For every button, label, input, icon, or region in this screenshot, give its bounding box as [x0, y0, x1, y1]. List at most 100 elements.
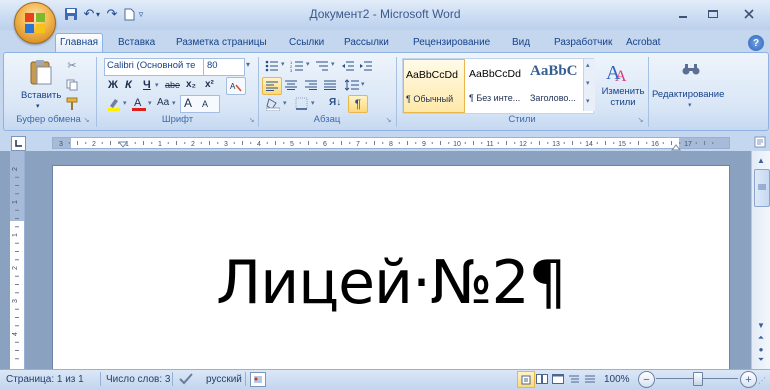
tab-developer[interactable]: Разработчик: [550, 34, 616, 52]
undo-dropdown-icon[interactable]: ▾: [93, 6, 103, 22]
editing-button[interactable]: Редактирование: [652, 89, 724, 100]
office-button[interactable]: [14, 2, 56, 44]
numbering-dropdown-icon[interactable]: ▾: [306, 60, 310, 68]
more-styles-icon[interactable]: ▾: [586, 97, 590, 105]
resize-grip-icon[interactable]: ⋰: [758, 376, 766, 385]
numbering-icon[interactable]: 123: [289, 59, 305, 73]
paste-button[interactable]: Вставить: [21, 90, 61, 101]
page-count[interactable]: Страница: 1 из 1: [6, 374, 84, 385]
shrink-font-button[interactable]: A: [202, 99, 208, 109]
bullets-icon[interactable]: [264, 59, 280, 73]
styles-scroll[interactable]: ▴ ▾ ▾: [583, 59, 595, 111]
clear-formatting-icon[interactable]: A: [226, 77, 246, 95]
close-button[interactable]: [736, 5, 762, 23]
tab-mailings[interactable]: Рассылки: [340, 34, 393, 52]
paste-icon[interactable]: [27, 57, 55, 87]
maximize-button[interactable]: [700, 5, 726, 23]
show-formatting-button[interactable]: ¶: [348, 95, 368, 113]
subscript-button[interactable]: x₂: [186, 79, 196, 90]
multilevel-dropdown-icon[interactable]: ▾: [331, 60, 335, 68]
decrease-indent-icon[interactable]: [340, 59, 356, 73]
editing-dropdown-icon[interactable]: ▾: [688, 101, 692, 109]
grow-font-button[interactable]: A: [184, 96, 192, 110]
format-painter-icon[interactable]: [64, 97, 80, 111]
shading-dropdown-icon[interactable]: ▾: [283, 99, 287, 107]
full-screen-reading-icon[interactable]: [535, 372, 549, 386]
view-ruler-icon[interactable]: [753, 135, 767, 149]
copy-icon[interactable]: [64, 78, 80, 92]
tab-insert[interactable]: Вставка: [114, 34, 159, 52]
align-right-icon[interactable]: [303, 78, 319, 92]
redo-icon[interactable]: ↷: [103, 6, 121, 22]
sort-button[interactable]: Я↓: [329, 97, 341, 108]
line-spacing-dropdown-icon[interactable]: ▾: [361, 80, 365, 88]
line-spacing-icon[interactable]: [344, 78, 360, 92]
scroll-up-icon[interactable]: ▴: [586, 61, 590, 69]
multilevel-list-icon[interactable]: [314, 59, 330, 73]
align-center-icon[interactable]: [283, 78, 299, 92]
customize-qat-icon[interactable]: ▿: [136, 6, 146, 22]
underline-button[interactable]: Ч: [143, 79, 151, 91]
zoom-in-icon[interactable]: +: [740, 371, 757, 388]
print-layout-icon[interactable]: [517, 371, 535, 388]
tab-page-layout[interactable]: Разметка страницы: [172, 34, 271, 52]
font-color-dropdown-icon[interactable]: ▾: [148, 99, 152, 107]
document-text[interactable]: Лицей·№2¶: [53, 248, 729, 318]
font-size-combo[interactable]: 80: [203, 58, 245, 76]
proofing-icon[interactable]: [178, 372, 194, 386]
outline-view-icon[interactable]: [567, 372, 581, 386]
borders-icon[interactable]: [293, 96, 309, 111]
style-no-spacing[interactable]: AaBbCcDd ¶ Без инте...: [466, 59, 526, 111]
web-layout-icon[interactable]: [551, 372, 565, 386]
justify-icon[interactable]: [322, 78, 338, 92]
shading-icon[interactable]: [265, 96, 281, 111]
tab-selector-icon[interactable]: [11, 136, 26, 151]
bold-button[interactable]: Ж: [108, 79, 118, 91]
draft-view-icon[interactable]: [583, 372, 597, 386]
vertical-scrollbar[interactable]: ▲ ▼ ⏶ ● ⏷: [751, 151, 770, 369]
font-size-dropdown-icon[interactable]: ▾: [246, 60, 250, 69]
tab-review[interactable]: Рецензирование: [409, 34, 494, 52]
save-icon[interactable]: [62, 6, 80, 22]
minimize-button[interactable]: [670, 5, 696, 23]
tab-references[interactable]: Ссылки: [285, 34, 328, 52]
binoculars-icon[interactable]: [680, 59, 702, 79]
change-styles-button[interactable]: Изменить стили: [601, 86, 645, 108]
document-page[interactable]: Лицей·№2¶: [52, 165, 730, 370]
style-normal[interactable]: AaBbCcDd ¶ Обычный: [403, 59, 465, 113]
bullets-dropdown-icon[interactable]: ▾: [281, 60, 285, 68]
change-case-button[interactable]: Aa: [157, 97, 169, 108]
clipboard-launcher-icon[interactable]: ↘: [82, 115, 91, 124]
cut-icon[interactable]: ✂: [64, 58, 80, 72]
highlight-icon[interactable]: [106, 97, 122, 111]
tab-acrobat[interactable]: Acrobat: [622, 34, 664, 52]
vertical-ruler[interactable]: 2 1 1 2 3 4: [10, 151, 25, 369]
tab-home[interactable]: Главная: [55, 33, 104, 53]
tab-view[interactable]: Вид: [508, 34, 534, 52]
change-styles-icon[interactable]: AA: [605, 58, 633, 84]
select-browse-object-icon[interactable]: ●: [754, 344, 768, 354]
paragraph-launcher-icon[interactable]: ↘: [384, 115, 393, 124]
borders-dropdown-icon[interactable]: ▾: [311, 99, 315, 107]
highlight-dropdown-icon[interactable]: ▾: [123, 99, 127, 107]
word-count[interactable]: Число слов: 3: [106, 374, 170, 385]
scroll-down-icon[interactable]: ▾: [586, 79, 590, 87]
previous-page-icon[interactable]: ⏶: [754, 333, 768, 343]
align-left-icon[interactable]: [262, 77, 282, 95]
zoom-out-icon[interactable]: −: [638, 371, 655, 388]
increase-indent-icon[interactable]: [358, 59, 374, 73]
next-page-icon[interactable]: ⏷: [754, 355, 768, 365]
font-color-icon[interactable]: A: [131, 95, 147, 112]
strikethrough-button[interactable]: abe: [165, 80, 180, 90]
help-icon[interactable]: ?: [748, 35, 764, 51]
scroll-up-arrow-icon[interactable]: ▲: [754, 154, 768, 166]
horizontal-ruler[interactable]: 3 2 1 1 2 3 4 5 6 7 8 9 10 11 12 13 14 15 16 17: [52, 137, 730, 149]
zoom-slider-thumb[interactable]: [693, 372, 703, 386]
font-launcher-icon[interactable]: ↘: [247, 115, 256, 124]
language[interactable]: русский: [206, 374, 242, 385]
italic-button[interactable]: К: [125, 79, 132, 91]
scroll-thumb[interactable]: [754, 169, 770, 207]
underline-dropdown-icon[interactable]: ▾: [155, 81, 159, 89]
style-heading1[interactable]: AaBbC Заголово...: [528, 59, 586, 111]
zoom-level[interactable]: 100%: [604, 374, 630, 385]
